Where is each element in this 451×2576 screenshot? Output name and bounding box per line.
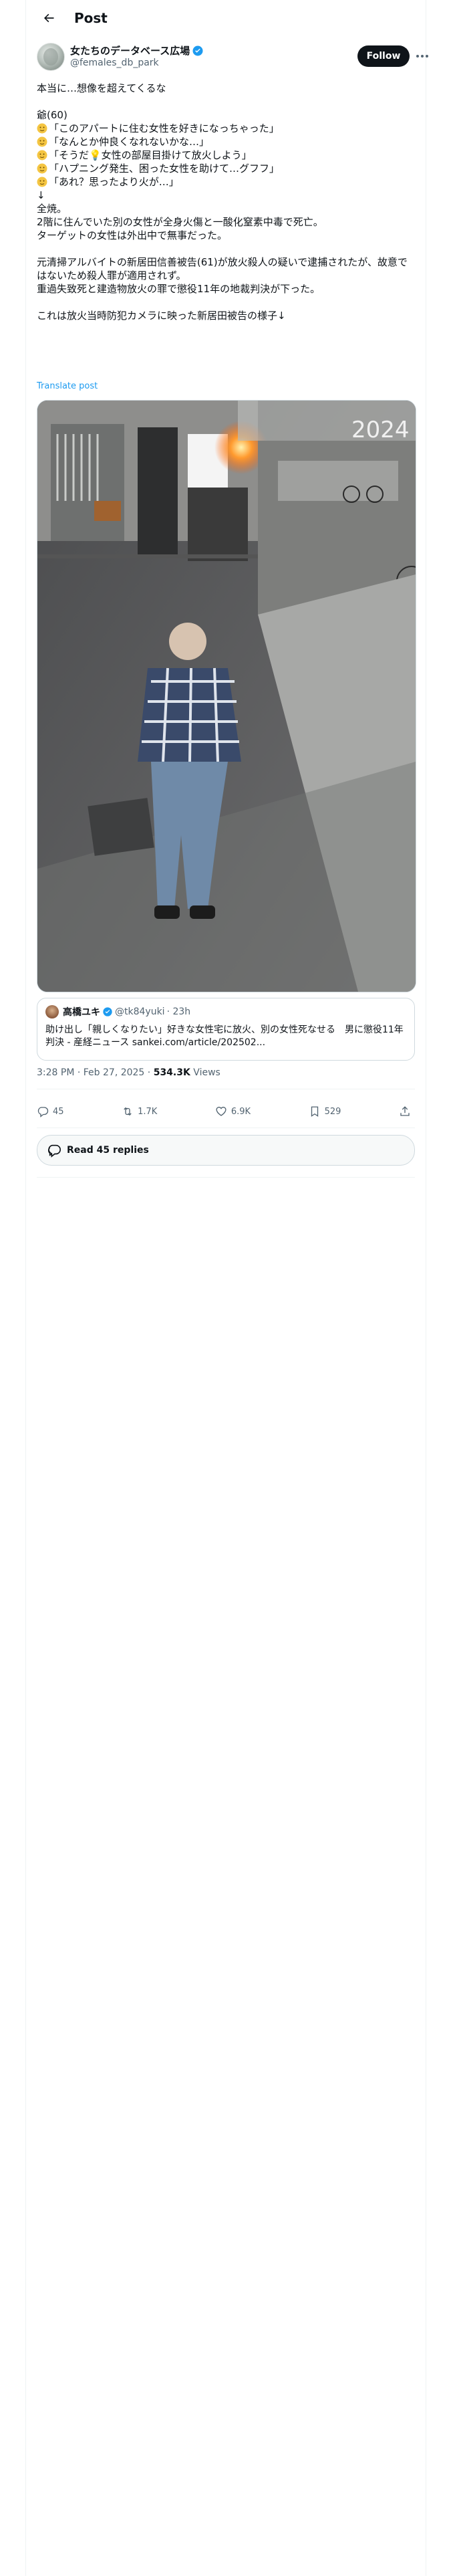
read-replies-label: Read 45 replies xyxy=(67,1145,149,1156)
heart-icon xyxy=(216,1107,227,1116)
main-column: Post 女たちのデータベース広場 @females_db_park Follo… xyxy=(25,0,428,2576)
verified-badge-icon xyxy=(192,45,203,56)
quoted-author-name: 高橋ユキ xyxy=(63,1007,100,1018)
video-timestamp-overlay: 2024 xyxy=(351,417,410,443)
reply-count: 45 xyxy=(53,1106,64,1117)
tweet-line-text: 「ハプニング発生、困った女性を助けて…グフフ」 xyxy=(49,163,280,175)
share-icon xyxy=(400,1106,410,1116)
quoted-post-text: 助け出し「親しくなりたい」好きな女性宅に放火、別の女性死なせる 男に懲役11年判… xyxy=(45,1025,404,1048)
read-replies-button[interactable]: Read 45 replies xyxy=(37,1135,415,1166)
cctv-frame: 2024 xyxy=(37,401,416,992)
share-button[interactable] xyxy=(399,1101,415,1122)
back-button[interactable] xyxy=(35,5,62,31)
more-options-button[interactable] xyxy=(412,47,432,66)
tweet-line: 本当に…想像を超えてくるな xyxy=(37,82,166,94)
quoted-post-time: · 23h xyxy=(166,1006,191,1017)
post-timestamp[interactable]: 3:28 PM · Feb 27, 2025 · xyxy=(37,1067,154,1078)
repost-count: 1.7K xyxy=(138,1106,158,1117)
tweet-line: 全焼。 xyxy=(37,203,67,215)
author-display-name[interactable]: 女たちのデータベース広場 xyxy=(70,43,190,58)
quoted-post[interactable]: 高橋ユキ @tk84yuki · 23h 助け出し「親しくなりたい」好きな女性宅… xyxy=(37,998,415,1061)
tweet-line: ↓ xyxy=(37,189,45,201)
avatar[interactable] xyxy=(37,43,65,71)
page-title: Post xyxy=(74,9,108,26)
tweet-line: 爺(60) xyxy=(37,109,67,121)
action-bar: 45 1.7K 6.9K 529 xyxy=(37,1097,415,1126)
emoji-face-icon xyxy=(37,123,47,134)
tweet-line-text: 「なんとか仲良くなれないかな…」 xyxy=(49,136,210,148)
more-dots-icon xyxy=(416,55,428,58)
author-name-wrap: 女たちのデータベース広場 xyxy=(70,43,204,58)
page-header: Post xyxy=(26,0,426,35)
follow-button[interactable]: Follow xyxy=(357,45,410,67)
reply-button[interactable]: 45 xyxy=(37,1101,64,1122)
bookmark-icon xyxy=(311,1106,318,1117)
emoji-face-icon xyxy=(37,136,47,147)
tweet-line: 「あれ？思ったより火が…」 xyxy=(37,175,415,189)
chat-bubble-icon xyxy=(48,1144,61,1158)
author-handle[interactable]: @females_db_park xyxy=(70,58,159,68)
tweet-line: 「そうだ💡女性の部屋目掛けて放火しよう」 xyxy=(37,148,415,162)
repost-icon xyxy=(124,1107,132,1116)
emoji-face-icon xyxy=(37,177,47,187)
tweet-text: 本当に…想像を超えてくるな 爺(60) 「このアパートに住む女性を好きになっちゃ… xyxy=(37,82,415,322)
bookmark-count: 529 xyxy=(324,1106,341,1117)
reply-icon xyxy=(37,1107,49,1117)
author-row: 女たちのデータベース広場 @females_db_park Follow xyxy=(37,43,428,75)
tweet-video[interactable]: 2024 xyxy=(37,400,416,992)
quoted-author-handle: @tk84yuki xyxy=(115,1006,165,1017)
quoted-avatar xyxy=(45,1005,59,1018)
tweet-line: 「なんとか仲良くなれないかな…」 xyxy=(37,135,415,148)
emoji-face-icon xyxy=(37,150,47,160)
divider xyxy=(37,1177,415,1178)
tweet-line: 2階に住んでいた別の女性が全身火傷と一酸化窒素中毒で死亡。 xyxy=(37,216,323,228)
translate-post-link[interactable]: Translate post xyxy=(37,381,98,391)
like-button[interactable]: 6.9K xyxy=(215,1101,251,1122)
arrow-left-icon xyxy=(44,13,54,22)
repost-button[interactable]: 1.7K xyxy=(122,1101,157,1122)
tweet-line: 「このアパートに住む女性を好きになっちゃった」 xyxy=(37,122,415,135)
tweet-line: 元清掃アルバイトの新居田信善被告(61)が放火殺人の疑いで逮捕されたが、故意では… xyxy=(37,256,408,282)
tweet-line: ターゲットの女性は外出中で無事だった。 xyxy=(37,229,228,241)
tweet-line: 「ハプニング発生、困った女性を助けて…グフフ」 xyxy=(37,162,415,175)
tweet-line: これは放火当時防犯カメラに映った新居田被告の様子↓ xyxy=(37,310,286,322)
quoted-post-header: 高橋ユキ @tk84yuki · 23h xyxy=(45,1005,190,1018)
bookmark-button[interactable]: 529 xyxy=(309,1101,341,1122)
views-count: 534.3K xyxy=(153,1067,190,1078)
verified-badge-icon xyxy=(103,1007,112,1016)
tweet-line: 重過失致死と建造物放火の罪で懲役11年の地裁判決が下った。 xyxy=(37,283,321,295)
tweet-line-text: 「そうだ💡女性の部屋目掛けて放火しよう」 xyxy=(49,149,252,161)
emoji-face-icon xyxy=(37,163,47,174)
tweet-line-text: 「あれ？思ったより火が…」 xyxy=(49,176,179,188)
post-meta: 3:28 PM · Feb 27, 2025 · 534.3K Views xyxy=(37,1067,220,1078)
like-count: 6.9K xyxy=(231,1106,251,1117)
views-label: Views xyxy=(190,1067,220,1078)
tweet-line-text: 「このアパートに住む女性を好きになっちゃった」 xyxy=(49,122,279,134)
